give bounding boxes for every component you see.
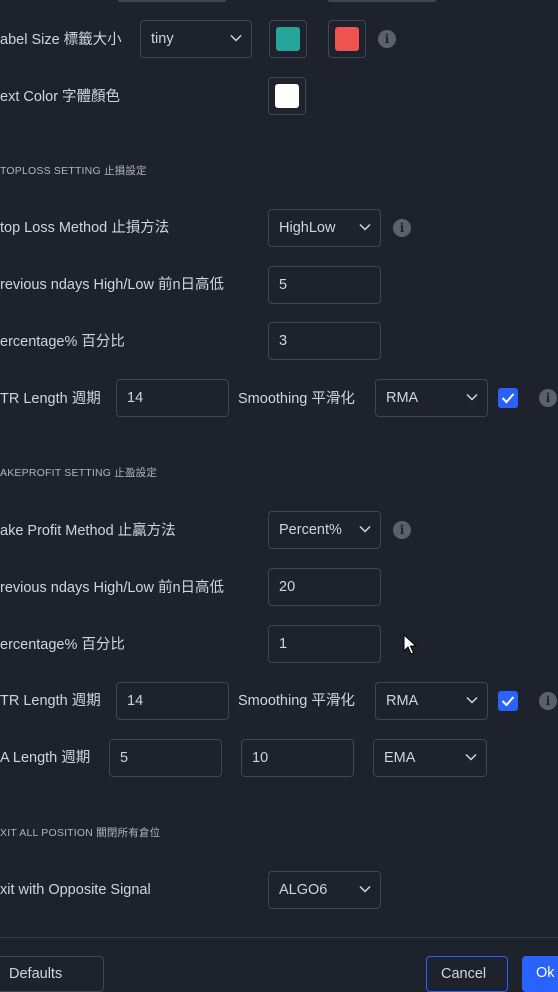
tp-percentage-input[interactable]: 1 (268, 625, 381, 663)
ok-button-label: Ok (536, 965, 555, 981)
chevron-down-icon (359, 223, 371, 231)
sl-percentage-label: ercentage% 百分比 (0, 334, 125, 350)
text-color-label: ext Color 字體顏色 (0, 89, 121, 105)
tp-prev-ndays-label: revious ndays High/Low 前n日高低 (0, 580, 225, 596)
exit-opposite-label: xit with Opposite Signal (0, 882, 151, 898)
sl-percentage-input[interactable]: 3 (268, 322, 381, 360)
white-color-fill (275, 84, 299, 108)
defaults-button-label: Defaults (9, 966, 63, 982)
tp-smoothing-select[interactable]: RMA (375, 682, 488, 720)
info-icon[interactable]: i (539, 692, 557, 710)
label-size-label: abel Size 標籤大小 (0, 32, 122, 48)
cancel-button-label: Cancel (441, 966, 487, 982)
tp-atr-length-input[interactable]: 14 (116, 682, 229, 720)
scrolled-control-fragment (118, 0, 226, 2)
sl-prev-ndays-label: revious ndays High/Low 前n日高低 (0, 277, 225, 293)
stoploss-section-title: TOPLOSS SETTING 止損設定 (0, 165, 147, 177)
sl-smoothing-select[interactable]: RMA (375, 379, 488, 417)
chevron-down-icon (359, 885, 371, 893)
checkmark-icon (501, 393, 515, 404)
sl-smoothing-checkbox[interactable] (498, 388, 518, 408)
teal-color-fill (276, 27, 300, 51)
exit-section-title: XIT ALL POSITION 關閉所有倉位 (0, 827, 161, 839)
stop-loss-method-select[interactable]: HighLow (268, 209, 381, 247)
stop-loss-method-label: top Loss Method 止損方法 (0, 220, 170, 236)
info-icon[interactable]: i (378, 30, 396, 48)
ma-type-value: EMA (384, 750, 416, 766)
chevron-down-icon (465, 753, 477, 761)
label-size-value: tiny (151, 31, 174, 47)
take-profit-method-value: Percent% (279, 522, 342, 538)
sl-smoothing-value: RMA (386, 390, 419, 406)
tp-atr-length-label: TR Length 週期 (0, 693, 101, 709)
exit-opposite-select[interactable]: ALGO6 (268, 871, 381, 909)
chevron-down-icon (230, 34, 242, 42)
info-icon[interactable]: i (393, 521, 411, 539)
exit-opposite-value: ALGO6 (279, 882, 328, 898)
take-profit-method-select[interactable]: Percent% (268, 511, 381, 549)
text-color-swatch[interactable] (268, 77, 306, 115)
chevron-down-icon (466, 393, 478, 401)
takeprofit-section-title: AKEPROFIT SETTING 止盈設定 (0, 467, 158, 479)
sl-prev-ndays-input[interactable]: 5 (268, 266, 381, 304)
tp-smoothing-value: RMA (386, 693, 419, 709)
ok-button[interactable]: Ok (522, 956, 558, 992)
ma-length-slow-input[interactable]: 10 (241, 739, 354, 777)
tp-smoothing-label: Smoothing 平滑化 (238, 693, 355, 709)
stop-loss-method-value: HighLow (279, 220, 336, 236)
cancel-button[interactable]: Cancel (426, 956, 508, 992)
info-icon[interactable]: i (393, 219, 411, 237)
defaults-button[interactable]: Defaults (0, 956, 104, 992)
red-color-fill (335, 27, 359, 51)
chevron-down-icon (466, 696, 478, 704)
footer-divider (0, 937, 558, 938)
sl-atr-length-label: TR Length 週期 (0, 391, 101, 407)
take-profit-method-label: ake Profit Method 止贏方法 (0, 523, 176, 539)
mouse-cursor-icon (403, 634, 417, 655)
ma-length-fast-input[interactable]: 5 (109, 739, 222, 777)
scrolled-control-fragment (328, 0, 436, 2)
tp-smoothing-checkbox[interactable] (498, 691, 518, 711)
tp-percentage-label: ercentage% 百分比 (0, 637, 125, 653)
checkmark-icon (501, 696, 515, 707)
label-color-down-swatch[interactable] (328, 20, 366, 58)
label-size-select[interactable]: tiny (140, 20, 252, 58)
ma-length-label: A Length 週期 (0, 750, 91, 766)
tp-prev-ndays-input[interactable]: 20 (268, 568, 381, 606)
ma-type-select[interactable]: EMA (373, 739, 487, 777)
chevron-down-icon (359, 525, 371, 533)
label-color-up-swatch[interactable] (269, 20, 307, 58)
sl-smoothing-label: Smoothing 平滑化 (238, 391, 355, 407)
info-icon[interactable]: i (539, 389, 557, 407)
sl-atr-length-input[interactable]: 14 (116, 379, 229, 417)
